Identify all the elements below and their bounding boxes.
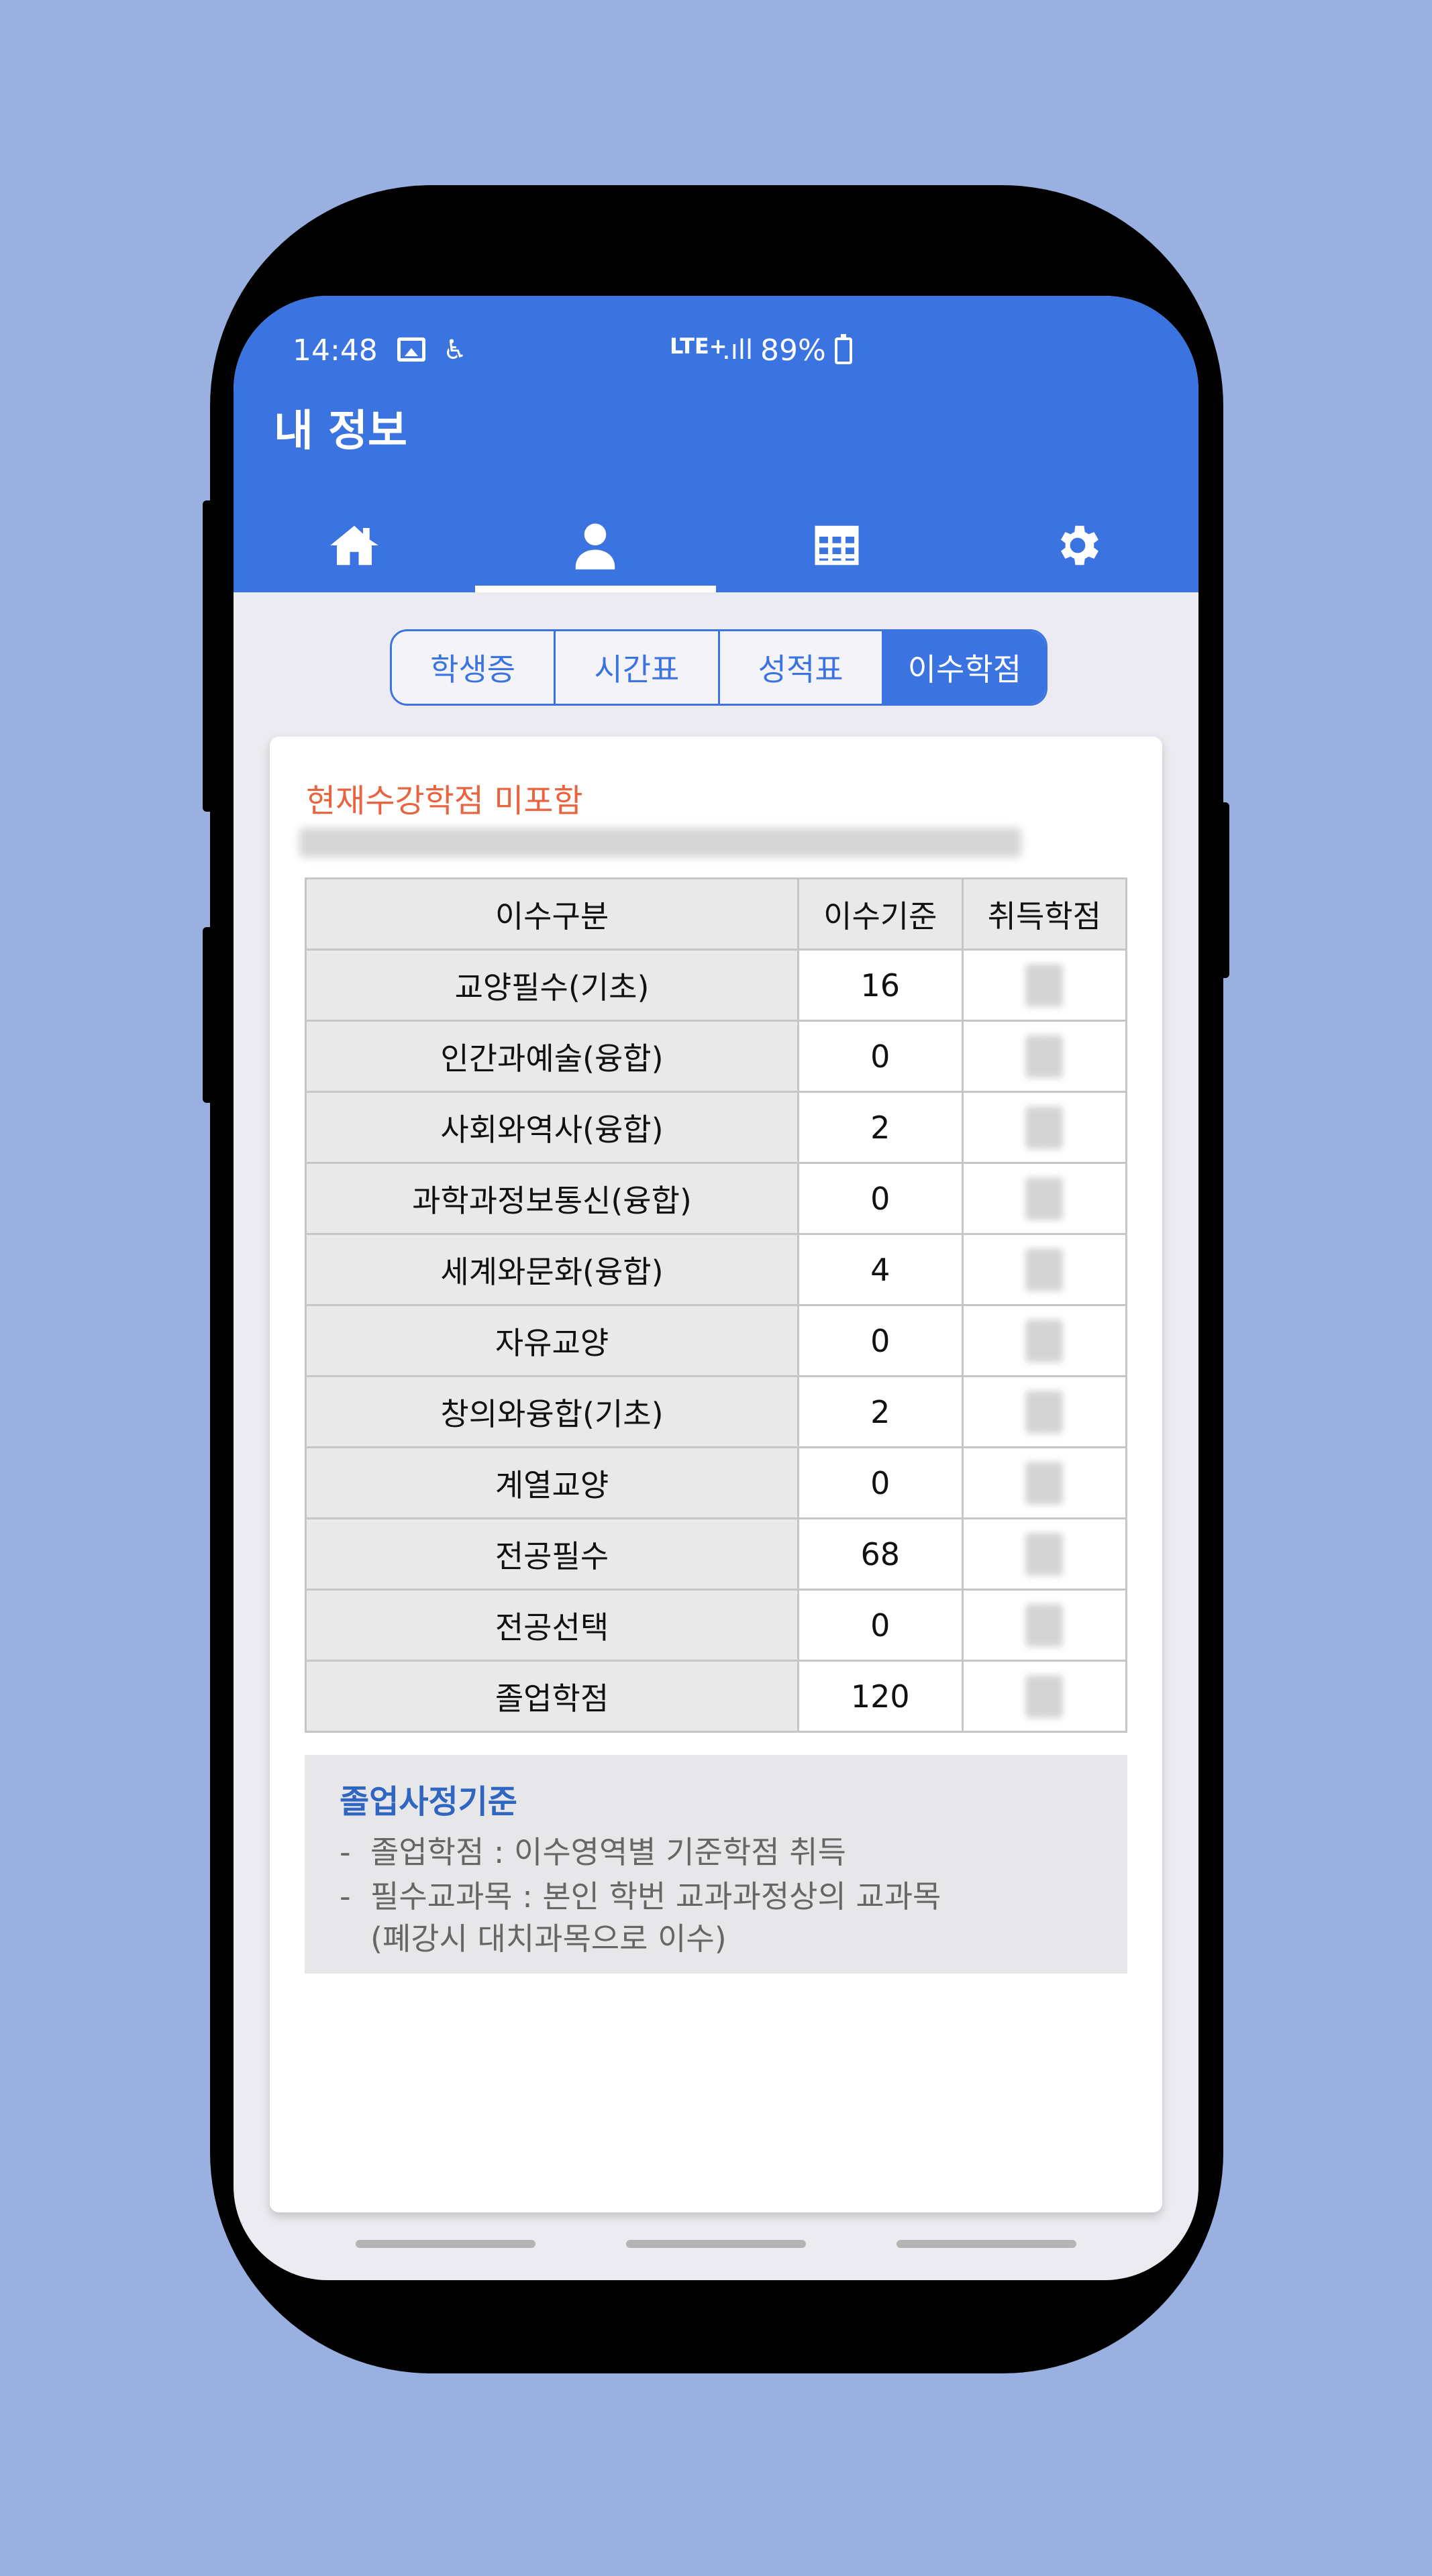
table-row: 창의와융합(기초) 2 (305, 1375, 1128, 1448)
main-tabs (234, 498, 1198, 592)
tab-settings[interactable] (958, 498, 1199, 592)
row-required: 2 (797, 1091, 964, 1164)
signal-icon: .ıll (722, 335, 754, 366)
graduation-criteria-box: 졸업사정기준 - 졸업학점 : 이수영역별 기준학점 취득 - 필수교과목 : 본인… (305, 1755, 1127, 1974)
gear-icon (1061, 525, 1099, 566)
table-row: 전공필수 68 (305, 1517, 1128, 1591)
row-category: 교양필수(기초) (305, 949, 799, 1022)
row-required: 0 (797, 1162, 964, 1235)
segment-grades[interactable]: 성적표 (720, 631, 884, 704)
table-row: 세계와문화(융합) 4 (305, 1233, 1128, 1306)
table-row: 사회와역사(융합) 2 (305, 1091, 1128, 1164)
nav-home-button[interactable] (626, 2240, 806, 2248)
row-category: 전공선택 (305, 1589, 799, 1662)
row-category: 사회와역사(융합) (305, 1091, 799, 1164)
header-required: 이수기준 (797, 877, 964, 951)
row-required: 16 (797, 949, 964, 1022)
row-required: 120 (797, 1660, 964, 1733)
table-row: 전공선택 0 (305, 1589, 1128, 1662)
row-required: 2 (797, 1375, 964, 1448)
screen: 14:48 ♿ LTE+ .ıll 89% 내 정보 학생증 시간표 성적표 이… (234, 296, 1198, 2280)
row-earned-redacted (961, 1589, 1128, 1662)
table-header-row: 이수구분 이수기준 취득학점 (305, 877, 1128, 951)
row-required: 0 (797, 1589, 964, 1662)
row-category: 자유교양 (305, 1304, 799, 1377)
graduation-criteria-title: 졸업사정기준 (340, 1783, 517, 1821)
image-icon (397, 337, 425, 362)
row-category: 인간과예술(융합) (305, 1020, 799, 1093)
credits-table: 이수구분 이수기준 취득학점 교양필수(기초) 16 인간과예술(융합) 0 사회와… (305, 877, 1128, 1733)
home-icon (330, 525, 378, 566)
redacted-student-info (299, 828, 1021, 857)
criteria-line: - 졸업학점 : 이수영역별 기준학점 취득 (340, 1834, 846, 1870)
row-earned-redacted (961, 1162, 1128, 1235)
header-category: 이수구분 (305, 877, 799, 951)
row-earned-redacted (961, 1020, 1128, 1093)
row-category: 졸업학점 (305, 1660, 799, 1733)
criteria-line: - 필수교과목 : 본인 학번 교과과정상의 교과목 (340, 1878, 941, 1915)
row-earned-redacted (961, 949, 1128, 1022)
row-earned-redacted (961, 1660, 1128, 1733)
row-category: 세계와문화(융합) (305, 1233, 799, 1306)
row-required: 68 (797, 1517, 964, 1591)
table-icon (815, 525, 859, 566)
row-category: 계열교양 (305, 1446, 799, 1519)
row-earned-redacted (961, 1233, 1128, 1306)
nav-back-button[interactable] (897, 2240, 1076, 2248)
row-required: 4 (797, 1233, 964, 1306)
segment-timetable[interactable]: 시간표 (556, 631, 720, 704)
row-required: 0 (797, 1304, 964, 1377)
credits-card: 현재수강학점 미포함 이수구분 이수기준 취득학점 교양필수(기초) 16 인간과… (270, 737, 1162, 2212)
status-time: 14:48 (293, 333, 378, 368)
power-button (1216, 802, 1229, 978)
segment-credits[interactable]: 이수학점 (883, 631, 1045, 704)
app-bar: 14:48 ♿ LTE+ .ıll 89% 내 정보 (234, 296, 1198, 592)
row-earned-redacted (961, 1517, 1128, 1591)
row-earned-redacted (961, 1446, 1128, 1519)
bixby-button (203, 927, 216, 1103)
table-row: 졸업학점 120 (305, 1660, 1128, 1733)
accessibility-icon: ♿ (443, 335, 467, 366)
network-type: LTE+ (670, 333, 727, 359)
row-required: 0 (797, 1020, 964, 1093)
header-earned: 취득학점 (961, 877, 1128, 951)
segment-student-id[interactable]: 학생증 (392, 631, 556, 704)
table-row: 계열교양 0 (305, 1446, 1128, 1519)
nav-recents-button[interactable] (356, 2240, 535, 2248)
tab-timetable[interactable] (716, 498, 958, 592)
table-row: 과학과정보통신(융합) 0 (305, 1162, 1128, 1235)
row-earned-redacted (961, 1091, 1128, 1164)
row-required: 0 (797, 1446, 964, 1519)
table-row: 교양필수(기초) 16 (305, 949, 1128, 1022)
row-earned-redacted (961, 1304, 1128, 1377)
row-category: 전공필수 (305, 1517, 799, 1591)
segment-control: 학생증 시간표 성적표 이수학점 (390, 629, 1047, 706)
row-category: 과학과정보통신(융합) (305, 1162, 799, 1235)
criteria-line-continued: (폐강시 대치과목으로 이수) (370, 1921, 727, 1957)
battery-level: 89% (760, 333, 826, 368)
row-category: 창의와융합(기초) (305, 1375, 799, 1448)
notice-text: 현재수강학점 미포함 (306, 782, 583, 820)
volume-up-button (203, 500, 216, 812)
status-bar: 14:48 ♿ LTE+ .ıll 89% (234, 333, 1198, 374)
battery-charging-icon (835, 334, 852, 364)
system-nav-bar (234, 2240, 1198, 2253)
table-row: 자유교양 0 (305, 1304, 1128, 1377)
row-earned-redacted (961, 1375, 1128, 1448)
page-title: 내 정보 (274, 407, 407, 456)
tab-home[interactable] (234, 498, 475, 592)
tab-my-info[interactable] (474, 498, 717, 592)
table-row: 인간과예술(융합) 0 (305, 1020, 1128, 1093)
person-icon (576, 523, 615, 570)
